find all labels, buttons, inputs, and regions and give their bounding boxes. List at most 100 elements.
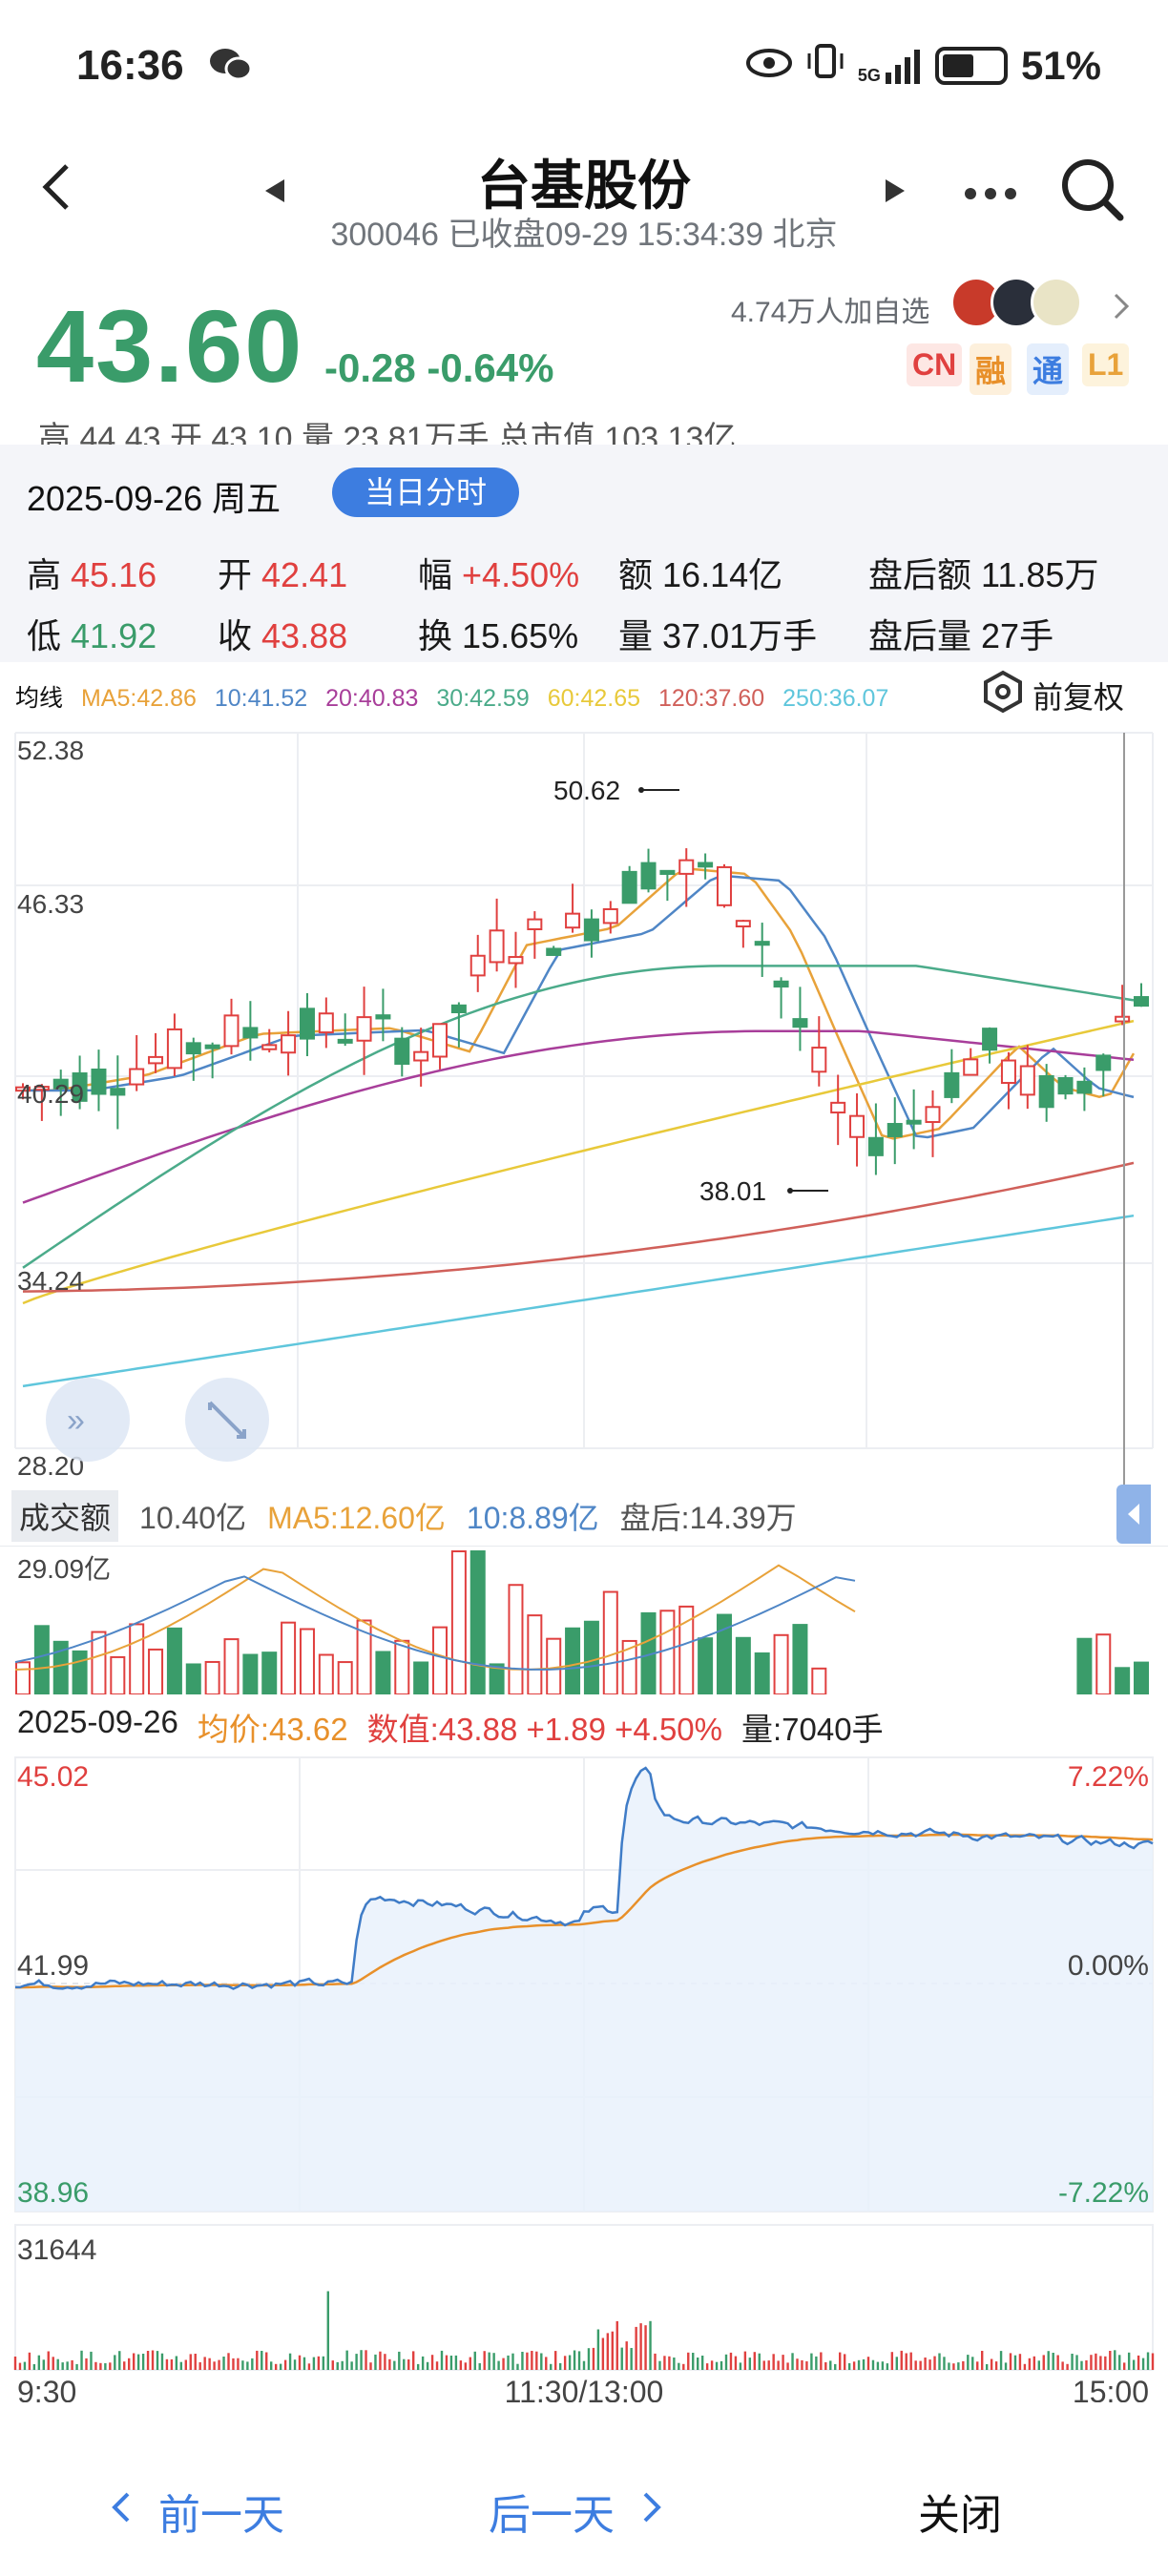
badge-connect[interactable]: 通 [1027, 343, 1070, 395]
expand-left-button[interactable]: » [46, 1378, 130, 1462]
badge-cn[interactable]: CN [907, 343, 963, 386]
stat-volume: 量 37.01万手 [618, 609, 817, 658]
volume-value: 37.01万手 [662, 616, 818, 655]
volume-bar [185, 1663, 201, 1694]
ma-label[interactable]: 均线 [15, 685, 63, 712]
ma250-line [22, 1214, 1135, 1388]
candle-body [565, 912, 581, 929]
volume-label[interactable]: 成交额 [11, 1490, 119, 1542]
signal-icon: 5G [858, 48, 922, 84]
ah-volume-label: 盘后量 [868, 616, 972, 655]
stat-ah-amount: 盘后额 11.85万 [868, 548, 1098, 597]
volume-bar [413, 1661, 429, 1694]
stat-amount: 额 16.14亿 [618, 548, 782, 597]
candle-body [1095, 1054, 1112, 1071]
status-time: 16:36 [76, 42, 184, 89]
current-price: 43.60 [36, 288, 304, 404]
candle-body [811, 1047, 827, 1073]
candle-body [1038, 1074, 1054, 1109]
x-label-noon: 11:30/13:00 [505, 2375, 664, 2402]
stat-high: 高 45.16 [27, 548, 156, 597]
battery-icon [934, 47, 1008, 85]
candle-body [450, 1004, 467, 1014]
badge-margin[interactable]: 融 [970, 343, 1012, 395]
x-label-open: 9:30 [17, 2375, 76, 2402]
candle-body [166, 1028, 182, 1070]
candle-body [678, 859, 695, 875]
candle-body [281, 1034, 297, 1054]
panel-date: 2025-09-26 周五 [27, 479, 282, 518]
ma-item: MA5:42.86 [80, 685, 197, 712]
intraday-chart[interactable]: 45.02 41.99 38.96 7.22% 0.00% -7.22% 316… [0, 1754, 1168, 2402]
candle-body [432, 1023, 448, 1058]
hexagon-icon [981, 670, 1025, 721]
intraday-avg: 均价:43.62 [197, 1712, 348, 1747]
volume-bar [242, 1653, 259, 1694]
volume-bar [754, 1652, 770, 1694]
wechat-icon [208, 46, 253, 84]
intraday-vol-max: 31644 [17, 2234, 96, 2266]
volume-bar [508, 1584, 524, 1694]
badge-l1[interactable]: L1 [1082, 343, 1130, 386]
volume-legend: 成交额 10.40亿 MA5:12.60亿 10:8.89亿 盘后:14.39万 [11, 1488, 1157, 1544]
volume-ma10: 10:8.89亿 [466, 1501, 599, 1535]
turnover-label: 换 [418, 616, 453, 655]
status-right: 5G 51% [745, 42, 1101, 90]
candle-body [204, 1044, 220, 1049]
volume-ma5: MA5:12.60亿 [267, 1501, 446, 1535]
volume-bar [91, 1631, 107, 1694]
kline-chart[interactable]: 52.38 46.33 40.29 34.24 28.20 50.62 38.0… [0, 721, 1168, 1485]
candle-body [91, 1069, 107, 1095]
candle-body [489, 929, 505, 964]
candle-body [716, 865, 732, 906]
quote-summary-row: 高 44.43 开 43.10 量 23.81万手 总市值 103.13亿 [38, 421, 737, 445]
candle-body [754, 941, 770, 946]
fullscreen-icon[interactable] [185, 1378, 269, 1462]
follower-avatars[interactable] [950, 277, 1082, 328]
next-day-button[interactable]: 后一天 [489, 2481, 662, 2542]
intraday-date: 2025-09-26 [17, 1704, 178, 1739]
candle-body [261, 1044, 278, 1050]
candle-body [546, 947, 562, 956]
next-stock-button[interactable] [884, 179, 905, 207]
volume-bar [281, 1621, 297, 1694]
candle-body [508, 956, 524, 965]
followers-count[interactable]: 4.74万人加自选 [731, 288, 929, 330]
volume-bar [33, 1625, 50, 1694]
low-value: 41.92 [71, 616, 157, 655]
chevron-right-icon[interactable] [1113, 292, 1130, 325]
close-button[interactable]: 关闭 [918, 2481, 1002, 2542]
annotation-low-value: 38.01 [699, 1176, 766, 1206]
volume-bar [337, 1661, 353, 1694]
candle-body [867, 1136, 884, 1156]
more-icon[interactable] [964, 187, 1017, 205]
intraday-button[interactable]: 当日分时 [332, 467, 519, 517]
volume-bar [223, 1638, 240, 1694]
ma-item: 20:40.83 [325, 685, 419, 712]
amp-value: +4.50% [462, 555, 580, 594]
candle-body [583, 918, 599, 942]
side-collapse-tab[interactable] [1116, 1485, 1151, 1544]
candle-body [223, 1014, 240, 1048]
volume-bar [148, 1648, 164, 1694]
ah-amount-label: 盘后额 [868, 555, 972, 594]
close-value: 43.88 [261, 616, 348, 655]
candle-body [1019, 1065, 1035, 1096]
prev-day-button[interactable]: 前一天 [111, 2481, 284, 2542]
price-change: -0.28 -0.64% [324, 345, 553, 391]
candle-body [242, 1027, 259, 1039]
adjust-button[interactable]: 前复权 [981, 670, 1124, 721]
y-label: 52.38 [17, 736, 84, 765]
search-icon[interactable] [1059, 156, 1126, 228]
volume-bar [318, 1653, 334, 1694]
open-label: 开 [218, 555, 253, 594]
y-label: 34.24 [17, 1266, 84, 1296]
ma-legend: 均线 MA5:42.86 10:41.52 20:40.83 30:42.59 … [15, 679, 900, 714]
amount-value: 16.14亿 [662, 555, 783, 594]
candle-body [773, 980, 789, 988]
intraday-volume: 量:7040手 [741, 1712, 884, 1747]
candle-body [110, 1088, 126, 1096]
volume-chart[interactable]: 29.09亿 [0, 1546, 1168, 1694]
candle-body [830, 1101, 846, 1114]
volume-label: 量 [618, 616, 654, 655]
